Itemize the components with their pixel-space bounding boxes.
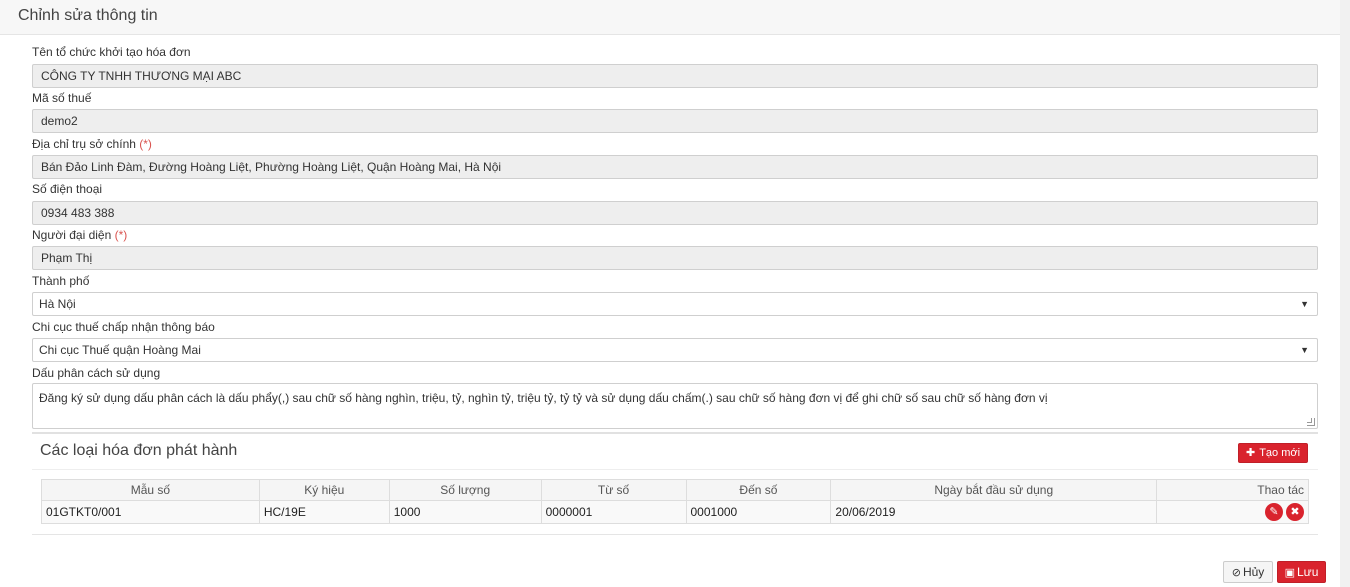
table-cell: 0001000: [685, 500, 832, 524]
create-invoice-button[interactable]: ✚ Tạo mới: [1238, 443, 1308, 463]
tax-code-label: Mã số thuế: [32, 91, 92, 105]
address-label-text: Địa chỉ trụ sở chính: [32, 137, 136, 151]
org-name-field[interactable]: CÔNG TY TNHH THƯƠNG MẠI ABC: [32, 64, 1318, 88]
representative-label-text: Người đại diện: [32, 228, 112, 242]
page-header: Chỉnh sửa thông tin: [0, 0, 1340, 35]
actions-cell: ✎ ✖: [1156, 500, 1309, 524]
city-select-value: Hà Nội: [39, 297, 76, 311]
address-field[interactable]: Bán Đảo Linh Đàm, Đường Hoàng Liệt, Phườ…: [32, 155, 1318, 179]
footer-divider: [32, 534, 1318, 535]
column-header[interactable]: Số lượng: [388, 479, 542, 501]
table-cell: 0000001: [540, 500, 687, 524]
separator-label: Dấu phân cách sử dụng: [32, 366, 161, 380]
create-button-label: Tạo mới: [1259, 447, 1301, 459]
plus-icon: ✚: [1245, 447, 1256, 459]
invoices-table: Mẫu số Ký hiệu Số lượng Từ số Đến số Ngà…: [41, 479, 1309, 524]
table-header-row: Mẫu số Ký hiệu Số lượng Từ số Đến số Ngà…: [41, 479, 1309, 501]
column-header: Thao tác: [1156, 479, 1309, 501]
representative-label: Người đại diện (*): [32, 228, 127, 242]
save-button-label: Lưu: [1297, 565, 1319, 579]
table-cell: 1000: [388, 500, 542, 524]
table-row: 01GTKT0/001 HC/19E 1000 0000001 0001000 …: [41, 500, 1309, 524]
section-divider: [32, 432, 1318, 434]
tax-office-select-value: Chi cục Thuế quận Hoàng Mai: [39, 343, 201, 357]
table-cell: 01GTKT0/001: [41, 500, 260, 524]
cancel-button[interactable]: ⊘ Hủy: [1223, 561, 1273, 583]
column-header[interactable]: Đến số: [685, 479, 832, 501]
city-select[interactable]: Hà Nội ▼: [32, 292, 1318, 316]
table-cell: 20/06/2019: [830, 500, 1158, 524]
column-header[interactable]: Ngày bắt đầu sử dụng: [830, 479, 1158, 501]
close-icon[interactable]: ✖: [1286, 503, 1304, 521]
triangle-down-icon: ▼: [1300, 299, 1309, 309]
required-mark: (*): [114, 228, 128, 242]
scrollbar[interactable]: [1340, 0, 1350, 587]
tax-code-field[interactable]: demo2: [32, 109, 1318, 133]
org-name-label: Tên tổ chức khởi tạo hóa đơn: [32, 45, 191, 59]
column-header[interactable]: Mẫu số: [41, 479, 260, 501]
address-label: Địa chỉ trụ sở chính (*): [32, 137, 152, 151]
separator-text: Đăng ký sử dụng dấu phân cách là dấu phẩ…: [39, 391, 1048, 405]
city-label: Thành phố: [32, 274, 90, 288]
cancel-button-label: Hủy: [1242, 565, 1265, 579]
tax-office-select[interactable]: Chi cục Thuế quận Hoàng Mai ▼: [32, 338, 1318, 362]
representative-field[interactable]: Phạm Thị: [32, 246, 1318, 270]
separator-textarea[interactable]: Đăng ký sử dụng dấu phân cách là dấu phẩ…: [32, 383, 1318, 429]
triangle-down-icon: ▼: [1300, 345, 1309, 355]
invoices-section-title: Các loại hóa đơn phát hành: [40, 442, 238, 459]
section-header-divider: [32, 469, 1318, 470]
resize-handle-icon[interactable]: [1307, 418, 1315, 426]
table-cell: HC/19E: [258, 500, 390, 524]
phone-field[interactable]: 0934 483 388: [32, 201, 1318, 225]
phone-label: Số điện thoại: [32, 182, 103, 196]
floppy-icon: ▣: [1284, 567, 1295, 579]
column-header[interactable]: Ký hiệu: [258, 479, 390, 501]
ban-icon: ⊘: [1231, 567, 1241, 579]
required-mark: (*): [139, 137, 152, 151]
page-title: Chỉnh sửa thông tin: [18, 7, 158, 24]
save-button[interactable]: ▣ Lưu: [1277, 561, 1326, 583]
tax-office-label: Chi cục thuế chấp nhận thông báo: [32, 320, 215, 334]
pencil-icon[interactable]: ✎: [1265, 503, 1283, 521]
column-header[interactable]: Từ số: [540, 479, 687, 501]
